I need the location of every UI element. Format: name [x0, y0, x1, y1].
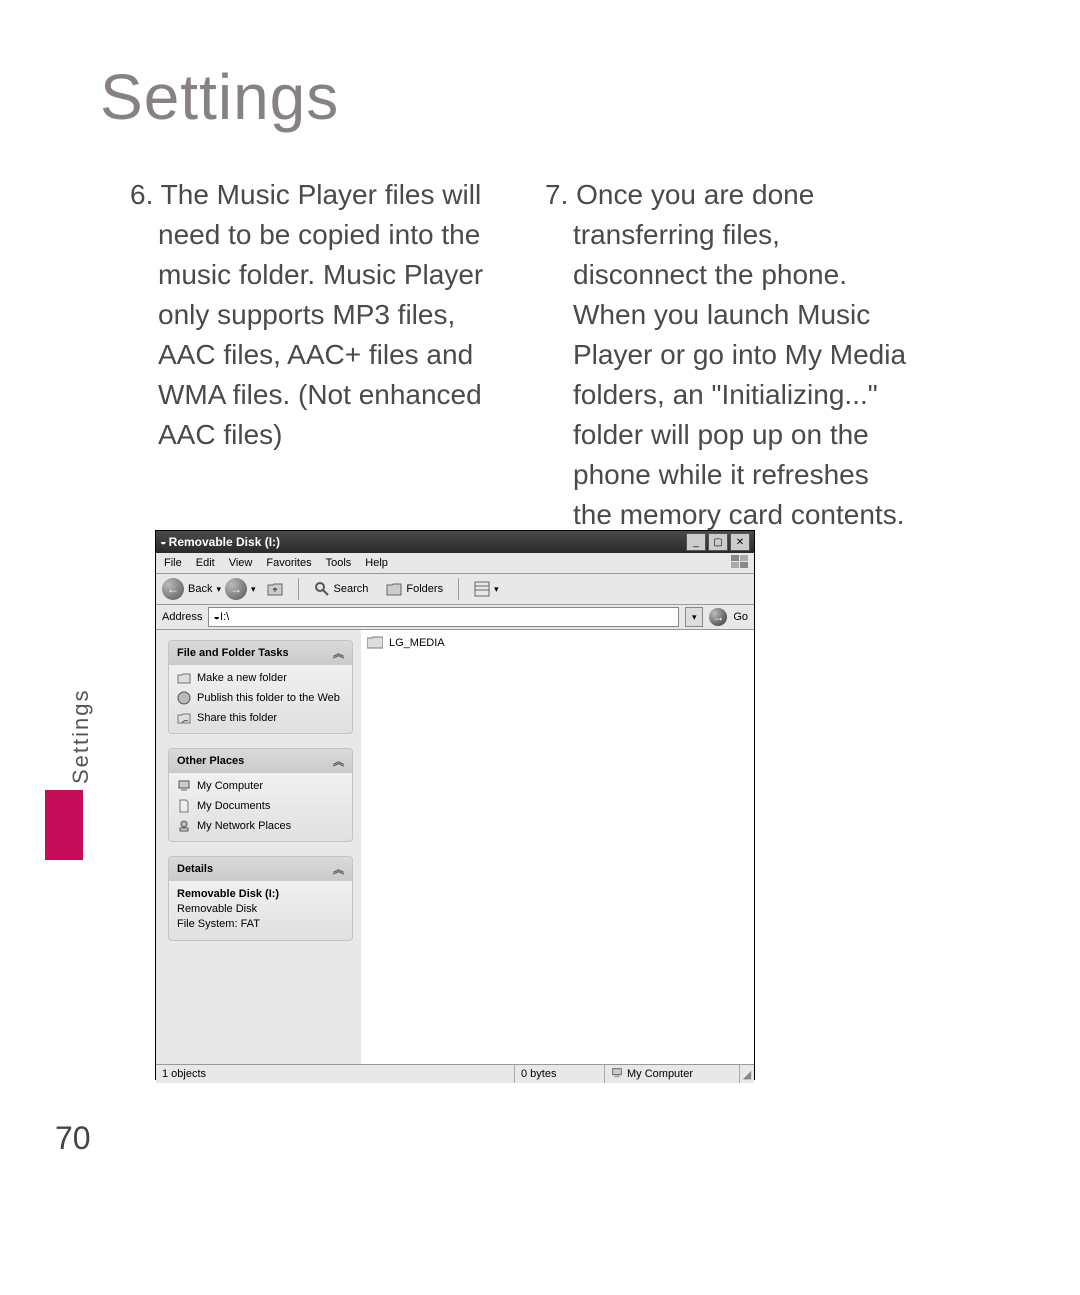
- computer-icon: [177, 779, 191, 793]
- status-size: 0 bytes: [515, 1065, 605, 1083]
- folder-icon: [367, 636, 383, 649]
- collapse-icon[interactable]: ︽: [333, 753, 344, 769]
- step-6-text: The Music Player files will need to be c…: [158, 179, 483, 450]
- back-label: Back: [188, 583, 212, 595]
- menu-bar: File Edit View Favorites Tools Help: [156, 553, 754, 574]
- side-accent-bar: [45, 790, 83, 860]
- details-text: Removable Disk (I:) Removable Disk File …: [177, 887, 344, 932]
- tasks-sidebar: File and Folder Tasks ︽ Make a new folde…: [156, 630, 361, 1064]
- address-bar: Address ◒ I:\ ▾ → Go: [156, 605, 754, 630]
- collapse-icon[interactable]: ︽: [333, 645, 344, 661]
- step-7-text: Once you are done transferring files, di…: [573, 179, 906, 530]
- task-share[interactable]: Share this folder: [177, 711, 344, 725]
- page-number: 70: [55, 1120, 91, 1157]
- place-my-documents[interactable]: My Documents: [177, 799, 344, 813]
- back-button[interactable]: ←: [162, 578, 184, 600]
- window-title: Removable Disk (I:): [167, 535, 684, 549]
- status-objects: 1 objects: [156, 1065, 515, 1083]
- folders-button[interactable]: Folders: [379, 577, 450, 601]
- forward-dropdown-icon[interactable]: ▾: [251, 584, 256, 595]
- share-icon: [177, 711, 191, 725]
- address-label: Address: [162, 611, 202, 623]
- places-panel-header[interactable]: Other Places ︽: [169, 749, 352, 773]
- menu-favorites[interactable]: Favorites: [266, 557, 311, 569]
- collapse-icon[interactable]: ︽: [333, 861, 344, 877]
- task-publish-label: Publish this folder to the Web: [197, 691, 340, 705]
- tasks-panel-header[interactable]: File and Folder Tasks ︽: [169, 641, 352, 665]
- file-folder-tasks-panel: File and Folder Tasks ︽ Make a new folde…: [168, 640, 353, 734]
- step-6-number: 6.: [130, 179, 153, 210]
- file-list-pane[interactable]: LG_MEDIA: [361, 630, 754, 1064]
- windows-logo-icon: [731, 555, 749, 569]
- search-button[interactable]: Search: [307, 577, 376, 601]
- window-titlebar[interactable]: ◒ Removable Disk (I:) _ ▢ ✕: [156, 531, 754, 553]
- places-panel-title: Other Places: [177, 755, 244, 767]
- folder-item-label: LG_MEDIA: [389, 637, 445, 649]
- menu-help[interactable]: Help: [365, 557, 388, 569]
- step-7-number: 7.: [545, 179, 568, 210]
- address-input[interactable]: ◒ I:\: [208, 607, 679, 627]
- minimize-button[interactable]: _: [686, 533, 706, 551]
- details-name: Removable Disk (I:): [177, 888, 279, 900]
- task-new-folder-label: Make a new folder: [197, 671, 287, 685]
- computer-icon: [611, 1067, 623, 1082]
- status-location-label: My Computer: [627, 1068, 693, 1080]
- explorer-window: ◒ Removable Disk (I:) _ ▢ ✕ File Edit Vi…: [155, 530, 755, 1080]
- menu-view[interactable]: View: [229, 557, 253, 569]
- menu-file[interactable]: File: [164, 557, 182, 569]
- address-disk-icon: ◒: [213, 611, 220, 623]
- details-panel-header[interactable]: Details ︽: [169, 857, 352, 881]
- details-panel: Details ︽ Removable Disk (I:) Removable …: [168, 856, 353, 941]
- other-places-panel: Other Places ︽ My Computer My Documents: [168, 748, 353, 842]
- search-icon: [314, 581, 330, 597]
- toolbar-separator-2: [458, 578, 459, 600]
- details-type: Removable Disk: [177, 903, 257, 915]
- place-network-label: My Network Places: [197, 819, 291, 833]
- forward-button[interactable]: →: [225, 578, 247, 600]
- up-button[interactable]: [260, 577, 290, 601]
- address-value: I:\: [220, 611, 229, 623]
- search-label: Search: [334, 583, 369, 595]
- views-button[interactable]: ▾: [467, 577, 506, 601]
- folder-item-lg-media[interactable]: LG_MEDIA: [367, 636, 748, 649]
- details-filesystem: File System: FAT: [177, 918, 260, 930]
- menu-tools[interactable]: Tools: [326, 557, 352, 569]
- globe-icon: [177, 691, 191, 705]
- place-my-computer-label: My Computer: [197, 779, 263, 793]
- back-dropdown-icon[interactable]: ▾: [216, 584, 221, 595]
- views-icon: [474, 581, 490, 597]
- maximize-button[interactable]: ▢: [708, 533, 728, 551]
- go-label: Go: [733, 611, 748, 623]
- folder-up-icon: [267, 581, 283, 597]
- resize-grip-icon[interactable]: ◢: [740, 1065, 754, 1083]
- go-button[interactable]: →: [709, 608, 727, 626]
- task-share-label: Share this folder: [197, 711, 277, 725]
- page-heading: Settings: [100, 60, 339, 134]
- titlebar-disk-icon: ◒: [160, 536, 167, 548]
- close-button[interactable]: ✕: [730, 533, 750, 551]
- task-publish[interactable]: Publish this folder to the Web: [177, 691, 344, 705]
- status-bar: 1 objects 0 bytes My Computer ◢: [156, 1064, 754, 1083]
- new-folder-icon: [177, 671, 191, 685]
- details-panel-title: Details: [177, 863, 213, 875]
- place-network[interactable]: My Network Places: [177, 819, 344, 833]
- address-dropdown-icon[interactable]: ▾: [685, 607, 703, 627]
- toolbar: ← Back ▾ → ▾ Search Folders: [156, 574, 754, 605]
- network-icon: [177, 819, 191, 833]
- task-new-folder[interactable]: Make a new folder: [177, 671, 344, 685]
- menu-edit[interactable]: Edit: [196, 557, 215, 569]
- toolbar-separator: [298, 578, 299, 600]
- tasks-panel-title: File and Folder Tasks: [177, 647, 289, 659]
- folders-label: Folders: [406, 583, 443, 595]
- side-tab-label: Settings: [68, 689, 94, 785]
- folders-icon: [386, 581, 402, 597]
- instruction-text: 6. The Music Player files will need to b…: [130, 175, 910, 535]
- views-dropdown-icon: ▾: [494, 584, 499, 595]
- place-my-computer[interactable]: My Computer: [177, 779, 344, 793]
- documents-icon: [177, 799, 191, 813]
- place-my-documents-label: My Documents: [197, 799, 270, 813]
- status-location: My Computer: [605, 1065, 740, 1083]
